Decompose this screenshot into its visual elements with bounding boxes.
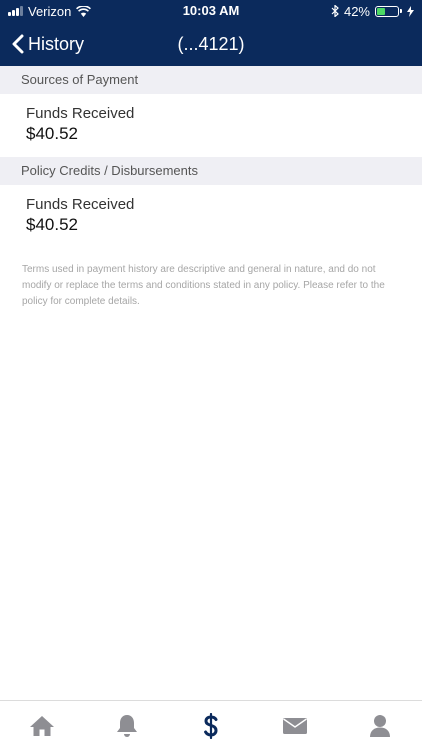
disclaimer-text: Terms used in payment history are descri…: [22, 264, 385, 307]
dollar-icon: [204, 712, 218, 739]
item-amount: $40.52: [26, 124, 78, 143]
section-header-credits: Policy Credits / Disbursements: [0, 157, 422, 185]
section-header-sources: Sources of Payment: [0, 66, 422, 94]
item-label: Funds Received: [26, 105, 135, 122]
signal-icon: [8, 6, 23, 16]
item-label: Funds Received: [26, 196, 135, 213]
charging-icon: [407, 5, 414, 17]
bell-icon: [116, 714, 137, 737]
wifi-icon: [76, 5, 92, 17]
battery-percent: 42%: [343, 3, 370, 19]
top-bar: Verizon 10:03 AM 42% History (...4121): [0, 0, 422, 66]
battery-icon: [375, 5, 402, 17]
tab-bar: [0, 700, 422, 750]
payment-sources-section: Sources of Payment Funds Received $40.52: [0, 66, 422, 157]
carrier-label: Verizon: [28, 3, 72, 19]
tab-messages[interactable]: [265, 701, 325, 750]
tab-payments[interactable]: [181, 701, 241, 750]
status-left: Verizon: [8, 3, 92, 19]
back-label: History: [28, 33, 85, 54]
tab-notifications[interactable]: [97, 701, 157, 750]
tab-profile[interactable]: [350, 701, 410, 750]
person-icon: [369, 714, 390, 737]
list-item: Funds Received $40.52: [0, 94, 422, 157]
back-button[interactable]: History: [0, 22, 84, 66]
home-icon: [30, 715, 55, 736]
chevron-left-icon: [12, 34, 24, 54]
nav-bar: History (...4121): [0, 22, 422, 66]
policy-credits-section: Policy Credits / Disbursements Funds Rec…: [0, 157, 422, 248]
list-item: Funds Received $40.52: [0, 185, 422, 248]
item-amount: $40.52: [26, 215, 78, 234]
tab-home[interactable]: [12, 701, 72, 750]
status-bar: Verizon 10:03 AM 42%: [0, 0, 422, 22]
bluetooth-icon: [331, 5, 339, 17]
status-right: 42%: [331, 4, 414, 19]
mail-icon: [283, 717, 308, 734]
